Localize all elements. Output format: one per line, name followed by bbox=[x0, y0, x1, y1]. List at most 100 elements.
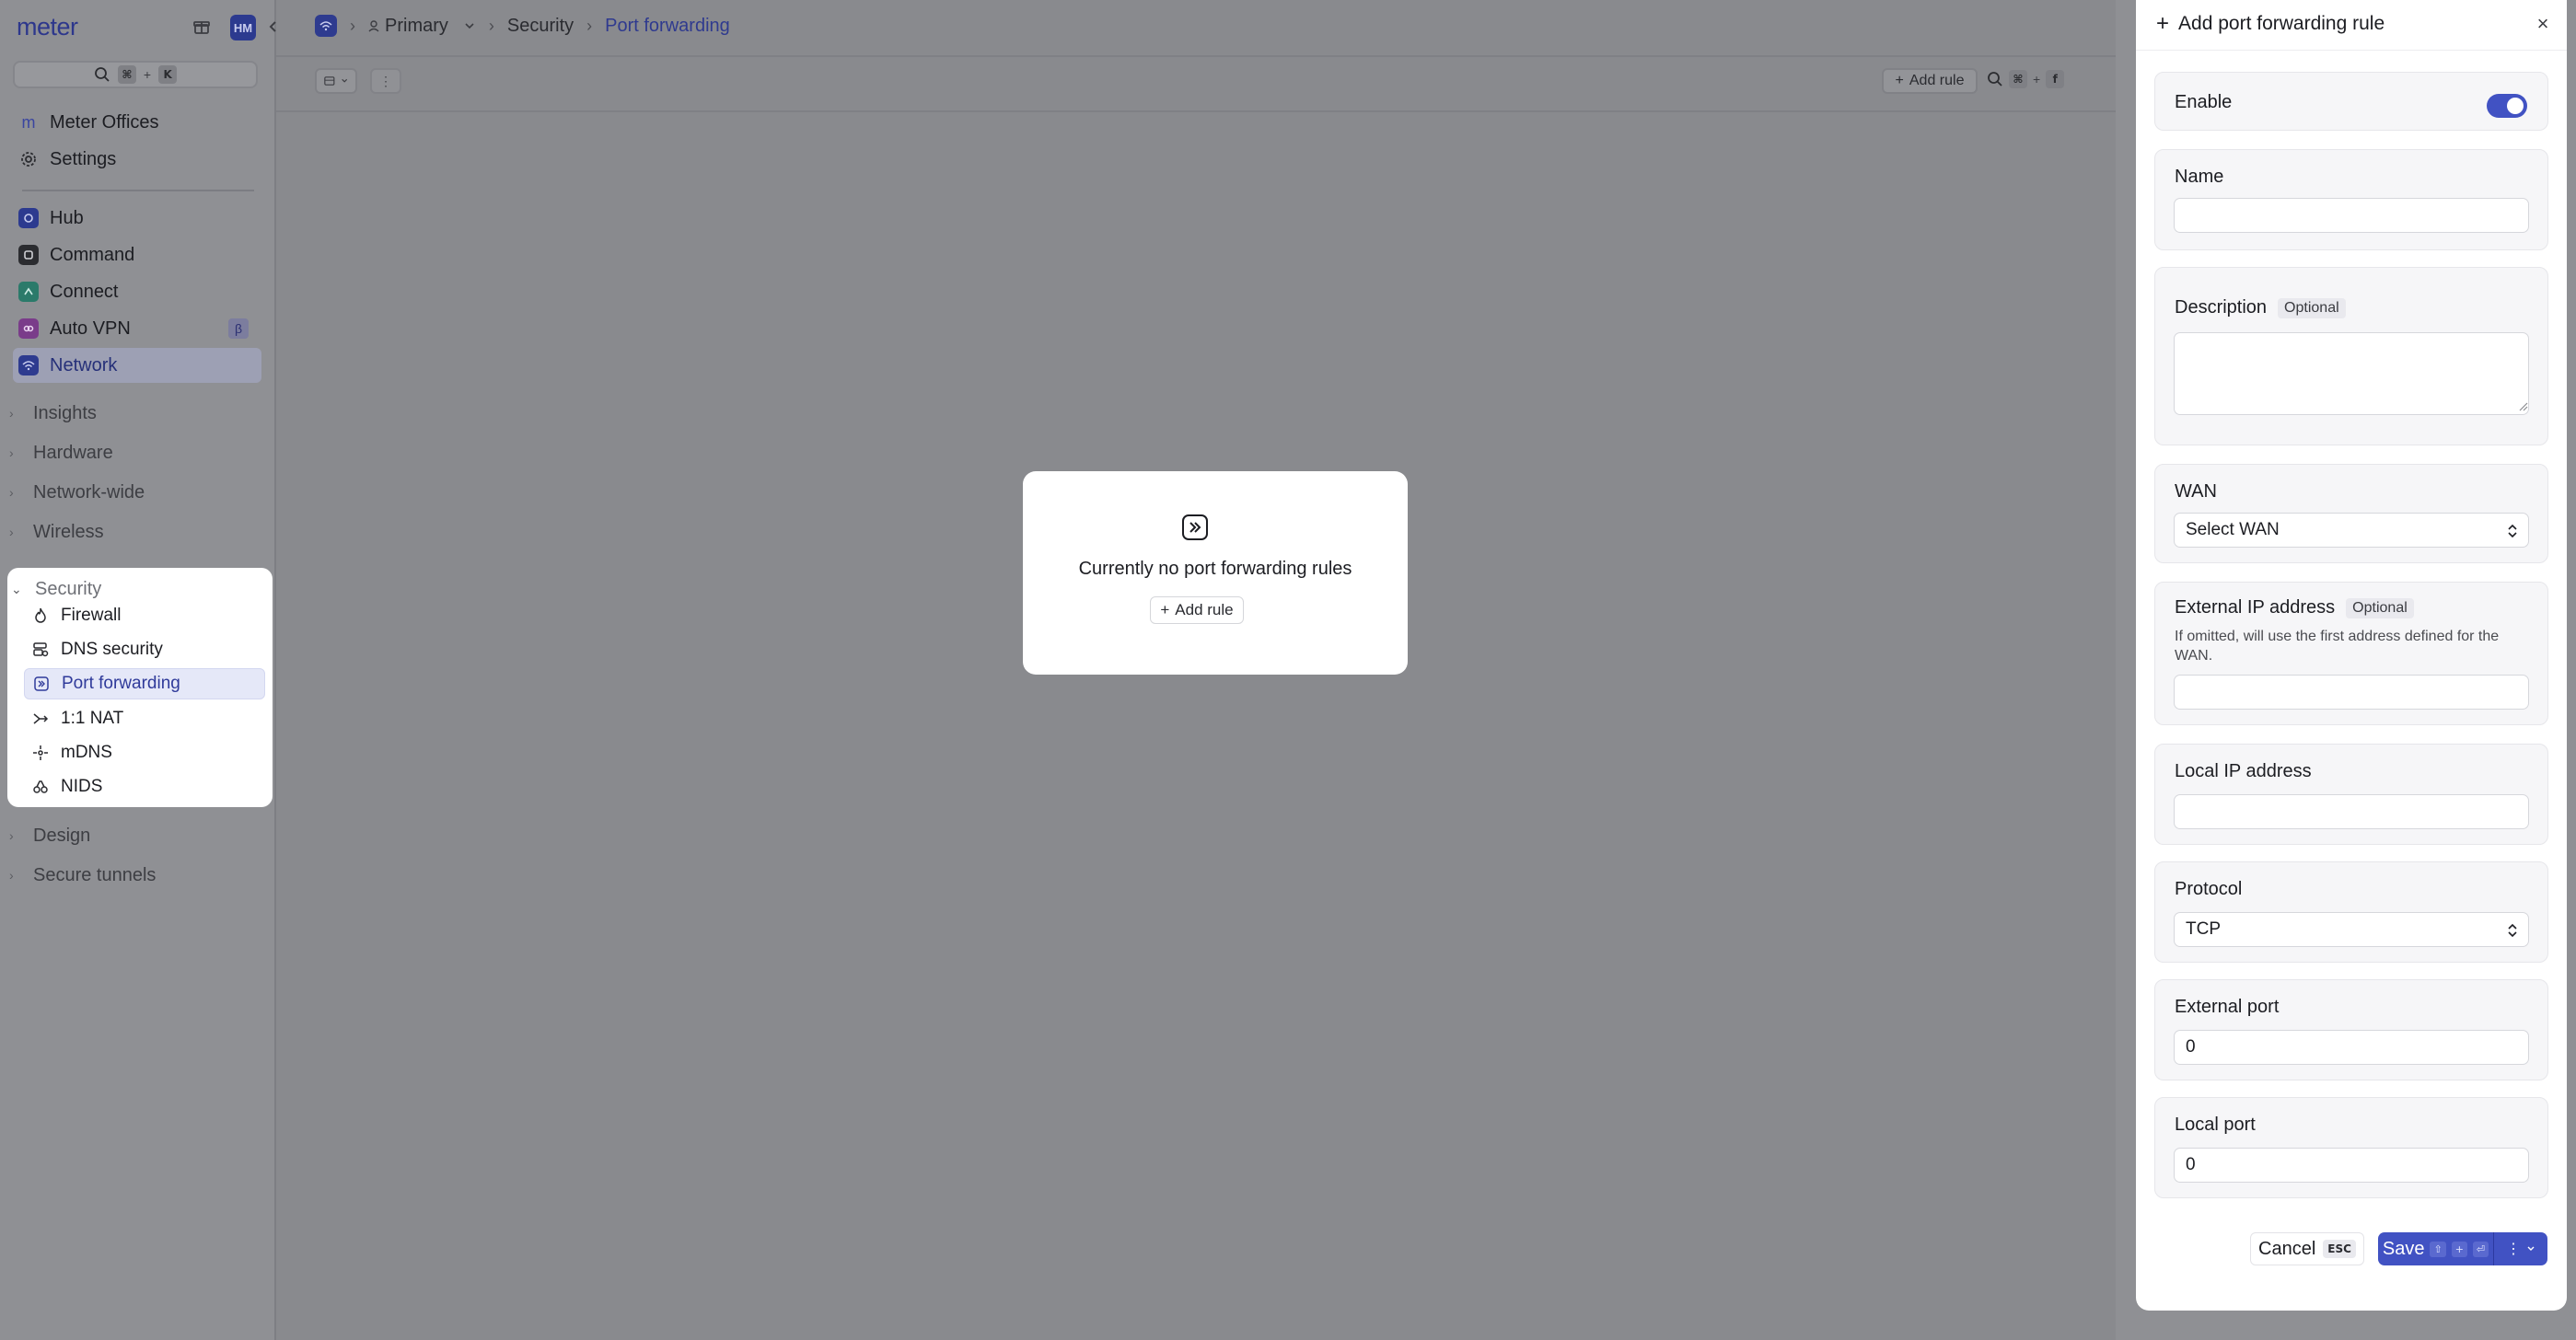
optional-badge: Optional bbox=[2346, 597, 2414, 618]
wan-field: WAN Select WAN bbox=[2154, 464, 2548, 563]
flame-icon bbox=[31, 606, 50, 625]
sidebar-item-port-forwarding[interactable]: Port forwarding bbox=[24, 668, 265, 699]
breadcrumb-network-select[interactable]: Primary bbox=[368, 16, 476, 37]
network-icon[interactable] bbox=[315, 15, 337, 37]
port-forward-icon bbox=[32, 675, 51, 693]
local-port-input[interactable]: 0 bbox=[2174, 1148, 2529, 1183]
network-icon bbox=[18, 355, 39, 375]
sidebar-item-hub[interactable]: Hub bbox=[13, 201, 261, 236]
location-pin-icon bbox=[368, 20, 379, 32]
sidebar-group-secure-tunnels[interactable]: › Secure tunnels bbox=[9, 860, 156, 891]
sidebar-group-insights[interactable]: › Insights bbox=[9, 398, 97, 429]
sidebar-item-connect[interactable]: Connect bbox=[13, 274, 261, 309]
cancel-button[interactable]: Cancel ESC bbox=[2250, 1232, 2364, 1265]
gear-icon bbox=[18, 149, 39, 169]
sidebar-item-dns-security[interactable]: DNS security bbox=[24, 634, 265, 665]
optional-badge: Optional bbox=[2278, 297, 2346, 318]
sidebar-item-nids[interactable]: NIDS bbox=[24, 771, 265, 803]
sidebar-group-label: Secure tunnels bbox=[33, 864, 157, 885]
name-field: Name bbox=[2154, 149, 2548, 250]
sidebar-group-design[interactable]: › Design bbox=[9, 820, 90, 851]
more-vertical-icon: ⋮ bbox=[2506, 1242, 2521, 1257]
empty-add-rule-button[interactable]: + Add rule bbox=[1150, 596, 1244, 624]
sidebar-group-label: Design bbox=[33, 825, 91, 846]
sidebar-item-1-1-nat[interactable]: 1:1 NAT bbox=[24, 703, 265, 734]
plus-key: + bbox=[2451, 1241, 2467, 1257]
wan-select[interactable]: Select WAN bbox=[2174, 513, 2529, 548]
external-ip-hint: If omitted, will use the first address d… bbox=[2175, 629, 2500, 664]
local-port-field: Local port 0 bbox=[2154, 1097, 2548, 1198]
protocol-select[interactable]: TCP bbox=[2174, 912, 2529, 947]
local-ip-input[interactable] bbox=[2174, 794, 2529, 829]
close-icon[interactable]: × bbox=[2532, 12, 2554, 35]
gift-icon[interactable] bbox=[190, 15, 214, 39]
add-rule-drawer: + Add port forwarding rule × Enable Name… bbox=[2136, 0, 2567, 1311]
cmd-key: ⌘ bbox=[117, 65, 136, 84]
connect-icon bbox=[18, 282, 39, 302]
add-rule-label: Add rule bbox=[1175, 601, 1234, 618]
save-options-button[interactable]: ⋮ bbox=[2494, 1240, 2547, 1258]
external-ip-input[interactable] bbox=[2174, 675, 2529, 710]
sidebar-item-label: Hub bbox=[50, 207, 84, 228]
toolbar: ⋮ + Add rule ⌘ + f bbox=[276, 61, 2116, 112]
wan-select-value: Select WAN bbox=[2186, 520, 2280, 539]
chevron-right-icon: › bbox=[9, 406, 14, 421]
sidebar-divider bbox=[22, 190, 254, 191]
sidebar-item-meter-offices[interactable]: m Meter Offices bbox=[13, 105, 261, 140]
sidebar-security-panel: ⌄ Security Firewall DNS security Port fo… bbox=[7, 568, 273, 807]
sidebar-group-network-wide[interactable]: › Network-wide bbox=[9, 477, 145, 508]
external-ip-field: External IP address Optional If omitted,… bbox=[2154, 582, 2548, 725]
enable-toggle[interactable] bbox=[2487, 94, 2527, 118]
add-rule-label: Add rule bbox=[1909, 73, 1965, 88]
protocol-field: Protocol TCP bbox=[2154, 861, 2548, 963]
local-port-label: Local port bbox=[2175, 1115, 2256, 1135]
auto-vpn-icon bbox=[18, 318, 39, 339]
resize-handle-icon[interactable] bbox=[2519, 402, 2528, 411]
chevron-down-icon: ⌄ bbox=[11, 581, 22, 596]
chevron-right-icon: › bbox=[9, 445, 14, 460]
more-options-button[interactable]: ⋮ bbox=[370, 68, 401, 94]
breadcrumb: › Primary › Security › Port forwarding bbox=[315, 15, 730, 37]
sidebar-item-network[interactable]: Network bbox=[13, 348, 261, 383]
sidebar-item-settings[interactable]: Settings bbox=[13, 142, 261, 177]
enable-field: Enable bbox=[2154, 72, 2548, 131]
description-textarea[interactable] bbox=[2174, 332, 2529, 415]
command-search[interactable]: ⌘ + K bbox=[13, 61, 258, 88]
cancel-label: Cancel bbox=[2258, 1238, 2316, 1259]
meter-logo[interactable]: meter bbox=[17, 13, 78, 41]
esc-key: ESC bbox=[2323, 1240, 2356, 1258]
view-toggle-button[interactable] bbox=[315, 68, 357, 94]
breadcrumb-security[interactable]: Security bbox=[507, 16, 574, 37]
drawer-header: + Add port forwarding rule bbox=[2156, 11, 2385, 37]
sidebar-group-label: Insights bbox=[33, 402, 97, 423]
plus-sign: + bbox=[2033, 72, 2041, 87]
sidebar-group-hardware[interactable]: › Hardware bbox=[9, 437, 113, 468]
sidebar-item-command[interactable]: Command bbox=[13, 237, 261, 272]
sidebar-item-mdns[interactable]: mDNS bbox=[24, 737, 265, 768]
save-button[interactable]: Save ⇧ + ⏎ bbox=[2378, 1232, 2494, 1265]
sidebar-group-wireless[interactable]: › Wireless bbox=[9, 516, 104, 548]
sidebar-item-label: 1:1 NAT bbox=[61, 709, 124, 728]
search-icon bbox=[95, 67, 110, 82]
chevron-down-icon bbox=[2527, 1246, 2535, 1251]
plus-icon: + bbox=[1160, 601, 1170, 618]
plus-icon: + bbox=[2156, 11, 2170, 36]
company-m-icon: m bbox=[21, 112, 36, 132]
hub-icon bbox=[18, 208, 39, 228]
empty-state-card: Currently no port forwarding rules + Add… bbox=[1023, 471, 1408, 675]
empty-state-message: Currently no port forwarding rules bbox=[1078, 559, 1352, 579]
name-input[interactable] bbox=[2174, 198, 2529, 233]
table-search[interactable]: ⌘ + f bbox=[1987, 70, 2065, 88]
chevron-down-icon bbox=[465, 23, 474, 29]
sidebar-item-auto-vpn[interactable]: Auto VPN β bbox=[13, 311, 261, 346]
sidebar-item-firewall[interactable]: Firewall bbox=[24, 600, 265, 631]
chevron-right-icon: › bbox=[9, 485, 14, 500]
external-port-input[interactable]: 0 bbox=[2174, 1030, 2529, 1065]
breadcrumb-separator: › bbox=[586, 16, 593, 35]
chevron-right-icon: › bbox=[9, 828, 14, 843]
toggle-knob bbox=[2507, 98, 2524, 114]
user-avatar[interactable]: HM bbox=[230, 15, 256, 40]
add-rule-button[interactable]: + Add rule bbox=[1882, 68, 1978, 94]
drawer-title: Add port forwarding rule bbox=[2178, 13, 2385, 34]
sidebar-item-label: DNS security bbox=[61, 640, 163, 659]
